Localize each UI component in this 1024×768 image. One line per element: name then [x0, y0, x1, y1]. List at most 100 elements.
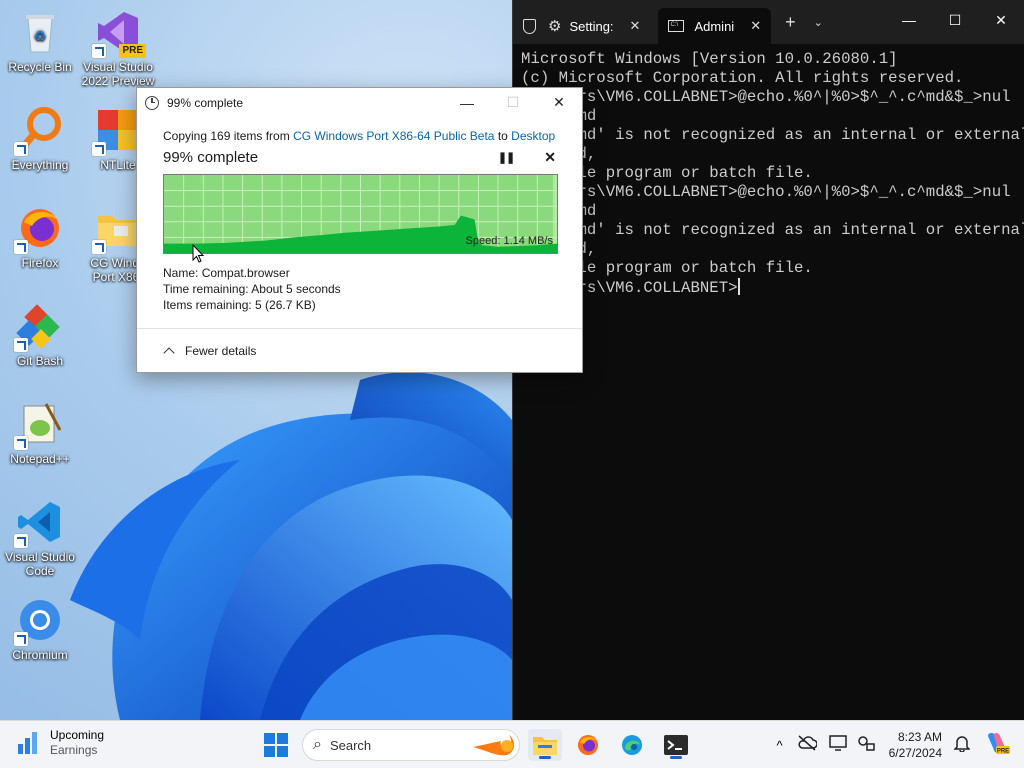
- shortcut-arrow-icon: [92, 44, 106, 58]
- active-indicator: [670, 756, 682, 759]
- terminal-line: '$_^.cmd: [521, 202, 1024, 221]
- onedrive-offline-icon[interactable]: [797, 734, 818, 756]
- taskbar-edge[interactable]: [615, 729, 649, 761]
- terminal-output[interactable]: Microsoft Windows [Version 10.0.26080.1]…: [513, 44, 1024, 298]
- divider: [137, 328, 582, 329]
- dialog-title: 99% complete: [167, 95, 244, 110]
- tab-administrator[interactable]: C:\ Admini ✕: [658, 8, 772, 44]
- preview-badge: PRE: [119, 44, 146, 58]
- widget-title: Upcoming: [50, 728, 105, 742]
- terminal-icon: [664, 735, 688, 755]
- start-button[interactable]: [259, 729, 293, 761]
- close-button[interactable]: ✕: [536, 88, 582, 117]
- speed-graph: Speed: 1.14 MB/s: [163, 174, 558, 254]
- cancel-button[interactable]: ✕: [544, 149, 556, 166]
- shortcut-arrow-icon: [14, 436, 28, 450]
- desktop-icon-recycle-bin[interactable]: ♻ Recycle Bin: [0, 8, 80, 74]
- name-value: Compat.browser: [201, 266, 290, 280]
- shortcut-arrow-icon: [14, 338, 28, 352]
- text-cursor: [737, 278, 740, 295]
- new-tab-button[interactable]: +: [785, 12, 796, 33]
- shortcut-arrow-icon: [92, 240, 106, 254]
- taskbar-clock[interactable]: 8:23 AM 6/27/2024: [889, 729, 942, 761]
- terminal-prompt-line: C:\Users\VM6.COLLABNET>: [521, 278, 1024, 298]
- system-tray: ^ 8:23 AM 6/27/2024 PRE: [777, 721, 1024, 768]
- desktop-icon-label: Git Bash: [16, 354, 64, 368]
- time-remaining-label: Time remaining:: [163, 282, 249, 296]
- destination-folder-link[interactable]: Desktop: [511, 129, 555, 143]
- tab-dropdown-button[interactable]: ⌄: [814, 16, 823, 29]
- firefox-icon: [14, 204, 64, 254]
- cmd-icon: C:\: [668, 20, 685, 32]
- stock-chart-icon: [18, 730, 38, 756]
- shortcut-arrow-icon: [14, 534, 28, 548]
- copilot-icon[interactable]: PRE: [984, 730, 1010, 761]
- terminal-window[interactable]: ⚙ Setting: ✕ C:\ Admini ✕ + ⌄ — ☐ ✕ Micr…: [512, 0, 1024, 720]
- shortcut-arrow-icon: [14, 240, 28, 254]
- desktop-icon-visual-studio-2022-preview[interactable]: PRE Visual Studio 2022 Preview: [78, 8, 158, 88]
- desktop-icon-visual-studio-code[interactable]: Visual Studio Code: [0, 498, 80, 578]
- transfer-details: Name: Compat.browser Time remaining: Abo…: [163, 265, 556, 313]
- desktop-icon-label: Everything: [11, 158, 69, 172]
- clock-time: 8:23 AM: [897, 730, 942, 744]
- copy-progress-dialog[interactable]: 99% complete — ☐ ✕ Copying 169 items fro…: [136, 87, 583, 373]
- edge-icon: [622, 735, 642, 755]
- show-hidden-icons-button[interactable]: ^: [777, 738, 783, 753]
- time-remaining-value: About 5 seconds: [251, 282, 341, 296]
- dialog-titlebar[interactable]: 99% complete — ☐ ✕: [137, 88, 582, 117]
- widgets-button[interactable]: Upcoming Earnings: [18, 728, 104, 758]
- desktop-icon-label: Visual Studio Code: [5, 550, 75, 578]
- minimize-button[interactable]: —: [444, 88, 490, 117]
- shortcut-arrow-icon: [92, 142, 106, 156]
- fewer-details-button[interactable]: Fewer details: [163, 344, 257, 359]
- display-icon[interactable]: [828, 734, 847, 756]
- items-remaining-value: 5 (26.7 KB): [255, 298, 316, 312]
- desktop-icon-git-bash[interactable]: Git Bash: [0, 302, 80, 368]
- network-settings-icon[interactable]: [857, 735, 875, 756]
- tab-close-button[interactable]: ✕: [630, 18, 641, 34]
- pause-button[interactable]: ❚❚: [498, 151, 515, 164]
- taskbar-terminal[interactable]: [659, 729, 693, 761]
- taskbar: Upcoming Earnings ⌕ Search ^ 8:23 AM 6/2…: [0, 720, 1024, 768]
- terminal-line: command,: [521, 240, 1024, 259]
- desktop-icon-chromium[interactable]: Chromium: [0, 596, 80, 662]
- search-placeholder: Search: [329, 737, 372, 753]
- shortcut-arrow-icon: [14, 142, 28, 156]
- mouse-pointer-icon: [192, 243, 206, 268]
- notepad-plus-plus-icon: [14, 400, 64, 450]
- notification-bell-icon[interactable]: [953, 734, 971, 757]
- everything-search-icon: [14, 106, 64, 156]
- folder-icon: [533, 737, 557, 755]
- name-label: Name:: [163, 266, 199, 280]
- terminal-line: (c) Microsoft Corporation. All rights re…: [521, 69, 964, 87]
- tab-close-button[interactable]: ✕: [750, 18, 761, 34]
- clock-icon: [145, 95, 159, 110]
- terminal-line: '$_^.cmd' is not recognized as an intern…: [521, 126, 1024, 144]
- terminal-line: operable program or batch file.: [521, 259, 813, 277]
- desktop-icon-label: Chromium: [12, 648, 68, 662]
- source-folder-link[interactable]: CG Windows Port X86-64 Public Beta: [293, 129, 494, 143]
- gear-icon: ⚙: [548, 18, 562, 35]
- firefox-icon: [578, 735, 598, 755]
- taskbar-search-box[interactable]: ⌕ Search: [302, 729, 520, 761]
- terminal-line: '$_^.cmd: [521, 107, 1024, 126]
- taskbar-file-explorer[interactable]: [528, 729, 562, 761]
- fewer-details-label: Fewer details: [185, 344, 257, 358]
- terminal-window-controls: — ☐ ✕: [886, 0, 1024, 40]
- tab-label: Admini: [694, 18, 735, 34]
- tab-label: Setting:: [569, 18, 614, 34]
- minimize-button[interactable]: —: [886, 0, 932, 40]
- maximize-button[interactable]: ☐: [932, 0, 978, 40]
- terminal-line: operable program or batch file.: [521, 164, 813, 182]
- close-button[interactable]: ✕: [978, 0, 1024, 40]
- desktop-icon-everything[interactable]: Everything: [0, 106, 80, 172]
- taskbar-firefox[interactable]: [571, 729, 605, 761]
- tab-settings[interactable]: ⚙ Setting: ✕: [513, 8, 650, 44]
- desktop-icon-firefox[interactable]: Firefox: [0, 204, 80, 270]
- desktop-icon-notepad-plus-plus[interactable]: Notepad++: [0, 400, 80, 466]
- terminal-tab-bar: ⚙ Setting: ✕ C:\ Admini ✕ + ⌄ — ☐ ✕: [513, 0, 1024, 44]
- active-indicator: [539, 756, 551, 759]
- progress-headline: 99% complete: [163, 148, 259, 166]
- terminal-line: command,: [521, 145, 1024, 164]
- desktop-icon-label: Firefox: [21, 256, 59, 270]
